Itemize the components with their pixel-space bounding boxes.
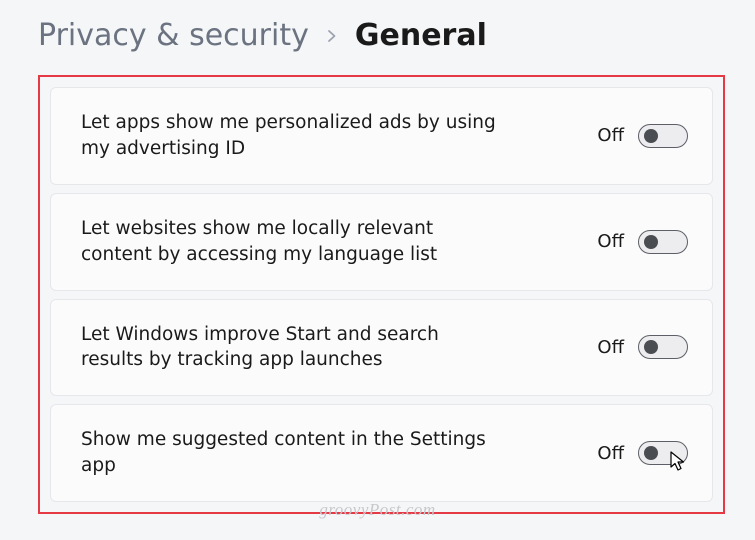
breadcrumb-current: General bbox=[355, 18, 487, 53]
watermark: groovyPost.com bbox=[319, 500, 435, 520]
toggle-state-text: Off bbox=[597, 337, 624, 358]
setting-row-language-list[interactable]: Let websites show me locally relevant co… bbox=[50, 193, 713, 291]
setting-control: Off bbox=[597, 335, 688, 359]
toggle-switch[interactable] bbox=[638, 335, 688, 359]
chevron-right-icon bbox=[325, 29, 339, 43]
setting-label: Show me suggested content in the Setting… bbox=[81, 427, 501, 479]
setting-label: Let apps show me personalized ads by usi… bbox=[81, 110, 501, 162]
setting-label: Let websites show me locally relevant co… bbox=[81, 216, 501, 268]
setting-row-advertising-id[interactable]: Let apps show me personalized ads by usi… bbox=[50, 87, 713, 185]
toggle-switch[interactable] bbox=[638, 124, 688, 148]
toggle-state-text: Off bbox=[597, 231, 624, 252]
toggle-state-text: Off bbox=[597, 443, 624, 464]
setting-control: Off bbox=[597, 230, 688, 254]
toggle-switch[interactable] bbox=[638, 441, 688, 465]
setting-label: Let Windows improve Start and search res… bbox=[81, 322, 501, 374]
toggle-state-text: Off bbox=[597, 125, 624, 146]
setting-row-app-launches[interactable]: Let Windows improve Start and search res… bbox=[50, 299, 713, 397]
setting-row-suggested-content[interactable]: Show me suggested content in the Setting… bbox=[50, 404, 713, 502]
breadcrumb: Privacy & security General bbox=[38, 18, 725, 53]
setting-control: Off bbox=[597, 441, 688, 465]
toggle-switch[interactable] bbox=[638, 230, 688, 254]
setting-control: Off bbox=[597, 124, 688, 148]
breadcrumb-parent[interactable]: Privacy & security bbox=[38, 18, 309, 53]
settings-highlight-box: Let apps show me personalized ads by usi… bbox=[38, 75, 725, 514]
